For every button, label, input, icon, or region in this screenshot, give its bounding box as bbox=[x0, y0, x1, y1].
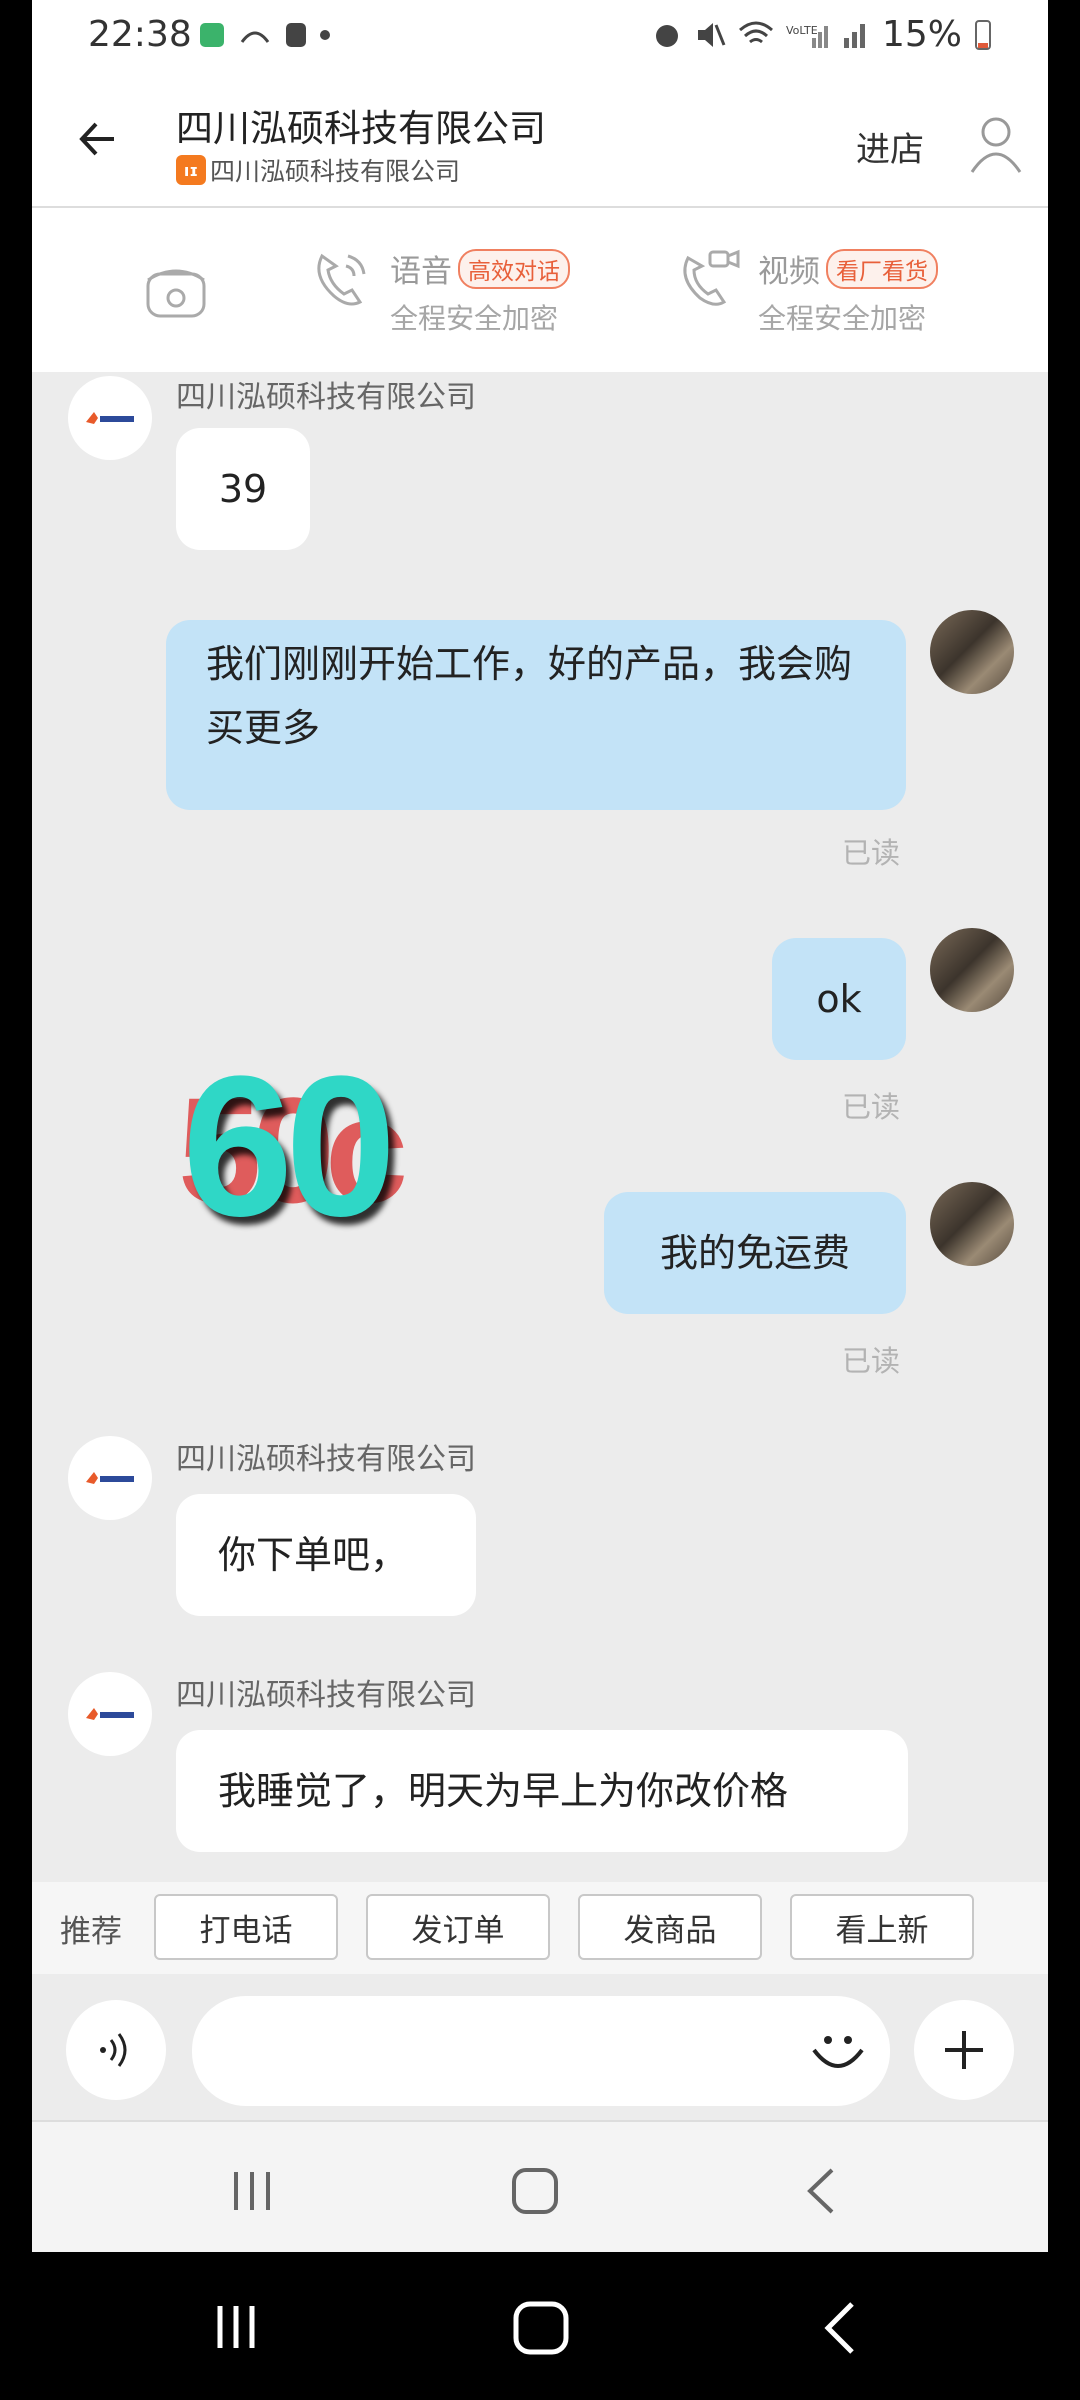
battery-percent: 15% bbox=[881, 14, 962, 55]
seller-logo-icon[interactable] bbox=[68, 376, 152, 460]
alert-icon bbox=[286, 23, 306, 47]
back-icon[interactable] bbox=[802, 2166, 842, 2216]
chat-header: 四川泓硕科技有限公司 ıɪ 四川泓硕科技有限公司 进店 bbox=[32, 74, 1048, 208]
quick-actions-label: 推荐 bbox=[60, 1914, 122, 1950]
home-icon[interactable] bbox=[512, 2300, 570, 2356]
incoming-message[interactable]: 39 bbox=[176, 428, 310, 550]
message-input[interactable] bbox=[192, 1996, 890, 2106]
volte-signal-icon: VoLTE bbox=[786, 24, 828, 48]
video-call-button[interactable]: 视频 看厂看货 全程安全加密 bbox=[676, 246, 938, 337]
quick-action-send-product[interactable]: 发商品 bbox=[578, 1894, 762, 1960]
read-status: 已读 bbox=[842, 1344, 901, 1378]
status-bar: 22:38 VoLTE 15% bbox=[32, 0, 1048, 74]
quick-actions-bar: 推荐 打电话 发订单 发商品 看上新 bbox=[32, 1882, 1048, 1974]
voice-input-button[interactable] bbox=[66, 2000, 166, 2100]
more-notifications-dot bbox=[320, 30, 330, 40]
user-avatar[interactable] bbox=[930, 1182, 1014, 1266]
message-sender: 四川泓硕科技有限公司 bbox=[176, 1678, 476, 1713]
recent-apps-icon[interactable] bbox=[212, 2302, 262, 2352]
app-navigation-bar bbox=[32, 2122, 1048, 2252]
recent-apps-icon[interactable] bbox=[228, 2168, 278, 2214]
quick-action-call[interactable]: 打电话 bbox=[154, 1894, 338, 1960]
emoji-icon[interactable] bbox=[808, 2020, 868, 2080]
message-input-bar bbox=[32, 1974, 1048, 2122]
signal-icon bbox=[843, 23, 865, 48]
video-call-label: 视频 bbox=[758, 254, 820, 290]
notification-icons bbox=[200, 22, 330, 48]
video-call-note: 全程安全加密 bbox=[758, 302, 927, 335]
more-options-button[interactable] bbox=[914, 2000, 1014, 2100]
read-status: 已读 bbox=[842, 836, 901, 870]
call-options-bar: 语音 高效对话 全程安全加密 视频 看厂看货 全程安全加密 bbox=[32, 208, 1048, 372]
user-avatar[interactable] bbox=[930, 928, 1014, 1012]
voice-call-note: 全程安全加密 bbox=[390, 302, 559, 335]
user-avatar[interactable] bbox=[930, 610, 1014, 694]
app-notification-icon bbox=[200, 23, 224, 47]
message-sender: 四川泓硕科技有限公司 bbox=[176, 380, 476, 415]
voice-call-icon bbox=[317, 253, 366, 306]
outgoing-message[interactable]: 我的免运费 bbox=[604, 1192, 906, 1314]
quick-action-new-arrivals[interactable]: 看上新 bbox=[790, 1894, 974, 1960]
back-arrow-icon[interactable] bbox=[74, 114, 124, 164]
back-icon[interactable] bbox=[820, 2300, 860, 2356]
video-call-tag: 看厂看货 bbox=[826, 248, 938, 289]
telephone-icon[interactable] bbox=[144, 260, 208, 320]
read-status: 已读 bbox=[842, 1090, 901, 1124]
chat-title: 四川泓硕科技有限公司 bbox=[176, 107, 546, 150]
system-status-icons: VoLTE 15% bbox=[652, 14, 992, 55]
voice-call-tag: 高效对话 bbox=[458, 248, 570, 289]
seller-logo-icon[interactable] bbox=[68, 1436, 152, 1520]
system-navigation-bar bbox=[0, 2252, 1080, 2400]
voice-call-label: 语音 bbox=[390, 254, 452, 290]
message-list[interactable]: 四川泓硕科技有限公司 39 我们刚刚开始工作，好的产品，我会购买更多 已读 ok… bbox=[32, 372, 1048, 1882]
svg-text:VoLTE: VoLTE bbox=[786, 24, 818, 37]
quick-action-send-order[interactable]: 发订单 bbox=[366, 1894, 550, 1960]
outgoing-message[interactable]: 我们刚刚开始工作，好的产品，我会购买更多 bbox=[166, 620, 906, 810]
outgoing-message[interactable]: ok bbox=[772, 938, 906, 1060]
profile-icon[interactable] bbox=[968, 114, 1024, 174]
enter-store-button[interactable]: 进店 bbox=[856, 122, 924, 171]
shop-badge-icon: ıɪ bbox=[176, 155, 206, 185]
voice-call-button[interactable]: 语音 高效对话 全程安全加密 bbox=[308, 246, 570, 337]
shop-subtitle: ıɪ 四川泓硕科技有限公司 bbox=[176, 152, 460, 188]
status-time: 22:38 bbox=[88, 14, 192, 55]
voice-wave-icon bbox=[100, 2033, 127, 2067]
overlay-number: 60 bbox=[182, 1035, 396, 1258]
chat-screen: 22:38 VoLTE 15% 四川泓硕科技有限公司 ıɪ 四川泓硕科技有限公司… bbox=[32, 0, 1048, 2252]
message-sender: 四川泓硕科技有限公司 bbox=[176, 1442, 476, 1477]
seller-logo-icon[interactable] bbox=[68, 1672, 152, 1756]
missed-call-icon bbox=[240, 31, 270, 43]
battery-icon bbox=[975, 19, 991, 50]
wifi-icon bbox=[738, 21, 773, 43]
home-icon[interactable] bbox=[510, 2166, 560, 2216]
mute-icon bbox=[697, 22, 726, 47]
shop-name: 四川泓硕科技有限公司 bbox=[210, 157, 461, 186]
incoming-message[interactable]: 你下单吧， bbox=[176, 1494, 476, 1616]
alarm-icon bbox=[655, 24, 678, 47]
plus-icon bbox=[945, 2031, 983, 2069]
incoming-message[interactable]: 我睡觉了，明天为早上为你改价格 bbox=[176, 1730, 908, 1852]
video-call-icon bbox=[683, 249, 740, 306]
